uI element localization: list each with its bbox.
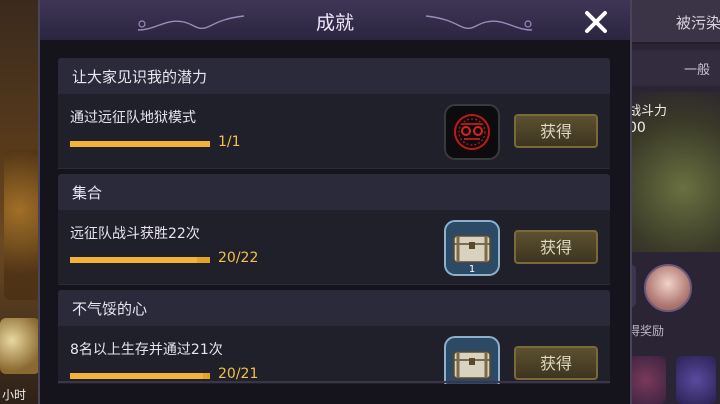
- treasure-chest-icon: [444, 336, 500, 384]
- achievement-group-title: 让大家见识我的潜力: [72, 68, 208, 86]
- achievement-row: 通过远征队地狱模式 1/1 获得: [58, 94, 610, 169]
- achievement-list[interactable]: 让大家见识我的潜力 通过远征队地狱模式 1/1 获得 集合 远征队战斗获胜22次…: [58, 58, 610, 384]
- achievement-row: 8名以上生存并通过21次 20/21 获得: [58, 326, 610, 384]
- progress-bar: [70, 141, 210, 147]
- background-character: [4, 150, 42, 300]
- achievement-group-header: 让大家见识我的潜力: [58, 58, 610, 94]
- achievement-group-title: 不气馁的心: [72, 300, 148, 318]
- close-icon[interactable]: [582, 8, 610, 36]
- progress-fill: [70, 373, 203, 379]
- achievement-group-header: 不气馁的心: [58, 290, 610, 326]
- claim-button[interactable]: 获得: [514, 230, 598, 264]
- progress-count: 1/1: [218, 134, 241, 150]
- background-reward-label: 得奖励: [628, 324, 665, 338]
- achievement-group: 集合 远征队战斗获胜22次 20/22 1 获得: [58, 174, 610, 285]
- achievement-group: 不气馁的心 8名以上生存并通过21次 20/21 获得: [58, 290, 610, 384]
- claim-button[interactable]: 获得: [514, 114, 598, 148]
- achievement-modal: 成就 让大家见识我的潜力 通过远征队地狱模式 1/1 获得 集合 远征队战斗获胜…: [40, 0, 630, 404]
- background-second-tab: 一般: [628, 50, 720, 86]
- progress-count: 20/21: [218, 366, 259, 382]
- claim-button[interactable]: 获得: [514, 346, 598, 380]
- reward-count: 1: [469, 264, 475, 275]
- right-ornament-icon: [425, 15, 533, 31]
- background-avatar: [0, 318, 40, 374]
- background-right-panel: 被污染 一般 战斗力 00 得奖励: [624, 0, 720, 404]
- achievement-description: 远征队战斗获胜22次: [70, 226, 200, 242]
- background-top-tab-label: 被污染: [676, 14, 720, 32]
- achievement-group-header: 集合: [58, 174, 610, 210]
- combat-power-value: 00: [628, 120, 646, 136]
- background-boss-scene: 战斗力 00: [628, 92, 720, 252]
- modal-title: 成就: [315, 12, 354, 34]
- background-item-1: [626, 356, 666, 404]
- treasure-chest-icon: 1: [444, 220, 500, 276]
- combat-power-label: 战斗力: [628, 104, 668, 119]
- background-left-text: 小时: [2, 388, 27, 402]
- background-top-tab: 被污染: [628, 0, 720, 44]
- achievement-row: 远征队战斗获胜22次 20/22 1 获得: [58, 210, 610, 285]
- achievement-description: 通过远征队地狱模式: [70, 110, 196, 126]
- hell-mode-emblem-icon: [444, 104, 500, 160]
- background-item-2: [676, 356, 716, 404]
- progress-bar: [70, 373, 210, 379]
- achievement-group: 让大家见识我的潜力 通过远征队地狱模式 1/1 获得: [58, 58, 610, 169]
- list-bottom-divider: [58, 381, 610, 383]
- progress-bar: [70, 257, 210, 263]
- background-portrait: [644, 264, 692, 312]
- progress-fill: [70, 141, 210, 147]
- modal-header: 成就: [40, 0, 630, 40]
- progress-fill: [70, 257, 198, 263]
- background-second-tab-label: 一般: [684, 63, 711, 78]
- achievement-group-title: 集合: [72, 184, 103, 202]
- progress-count: 20/22: [218, 250, 259, 266]
- achievement-description: 8名以上生存并通过21次: [70, 342, 223, 358]
